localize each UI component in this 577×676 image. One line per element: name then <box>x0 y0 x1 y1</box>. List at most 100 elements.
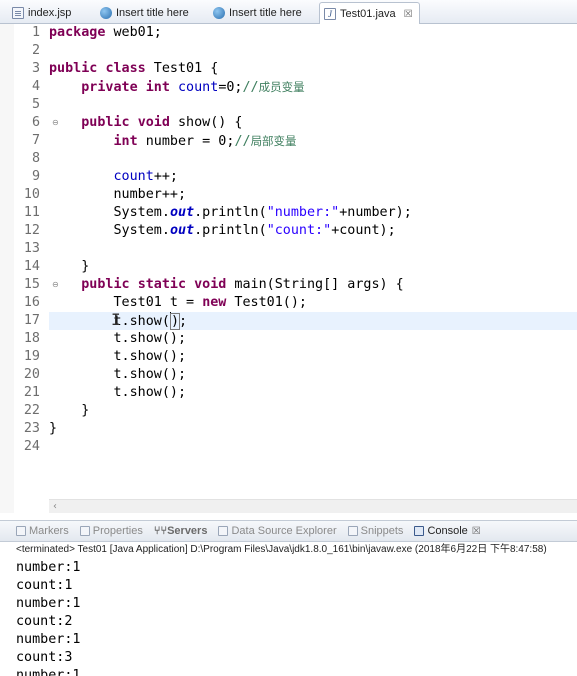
snippets-icon <box>347 526 358 536</box>
line-number: 21 <box>23 385 40 400</box>
tab-markers[interactable]: Markers <box>16 525 69 537</box>
comment: // <box>242 80 259 95</box>
keyword: void <box>137 115 170 130</box>
line-number: 14 <box>23 259 40 274</box>
line-number: 20 <box>23 367 40 382</box>
close-icon[interactable]: ☒ <box>472 526 481 537</box>
static-field: out <box>169 223 195 238</box>
comment-text: 局部变量 <box>250 134 297 148</box>
code-text: t.show(); <box>113 331 187 346</box>
code-line: public static void main(String[] args) { <box>49 276 404 294</box>
data-source-icon <box>218 526 229 536</box>
code-editor[interactable]: 1 2 3 4 5 6 7 8 9 10 11 12 13 14 15 16 1… <box>0 24 577 513</box>
servers-icon: ⑂⑂ <box>153 525 168 537</box>
line-number: 6 <box>31 115 40 130</box>
tab-properties[interactable]: Properties <box>79 525 143 537</box>
tab-label: Insert title here <box>229 7 302 19</box>
code-text: t.show(); <box>113 385 187 400</box>
line-number: 16 <box>23 295 40 310</box>
console-status: <terminated> Test01 [Java Application] D… <box>0 542 577 558</box>
code-text: Test01 t = <box>113 295 203 310</box>
tab-insert-title-2[interactable]: Insert title here <box>209 2 308 24</box>
code-line: Test01 t = new Test01(); <box>49 294 308 312</box>
line-number: 2 <box>31 43 40 58</box>
line-number: 12 <box>23 223 40 238</box>
field-name: count <box>113 169 154 184</box>
horizontal-scrollbar[interactable]: ‹ <box>49 499 577 513</box>
keyword: void <box>194 277 227 292</box>
code-line: System.out.println("count:"+count); <box>49 222 396 240</box>
code-line: } <box>49 420 57 438</box>
code-text: web01; <box>105 25 162 40</box>
string-literal: "number:" <box>266 205 340 220</box>
line-number: 3 <box>31 61 40 76</box>
tab-insert-title-1[interactable]: Insert title here <box>96 2 195 24</box>
line-number: 9 <box>31 169 40 184</box>
code-text: ; <box>179 314 188 329</box>
code-text: show() { <box>169 115 243 130</box>
code-line: number++; <box>49 186 187 204</box>
code-line: package web01; <box>49 24 162 42</box>
ibeam-cursor-icon: I <box>111 310 121 329</box>
tab-test01-java[interactable]: J Test01.java ☒ <box>319 2 420 25</box>
line-number: 4 <box>31 79 40 94</box>
comment: // <box>234 134 251 149</box>
keyword: int <box>145 80 170 95</box>
tab-label: index.jsp <box>28 7 72 19</box>
code-area[interactable]: package web01; public class Test01 { pri… <box>49 24 577 513</box>
code-text: main(String[] args) { <box>226 277 404 292</box>
console-output[interactable]: number:1 count:1 number:1 count:2 number… <box>0 559 577 676</box>
code-line: t.show(); <box>49 384 187 402</box>
keyword: class <box>105 61 146 76</box>
keyword: private <box>81 80 138 95</box>
string-literal: "count:" <box>266 223 332 238</box>
field-name: count <box>178 80 219 95</box>
code-text: System. <box>113 205 170 220</box>
code-line: t.show(); <box>49 366 187 384</box>
matching-bracket: ) <box>169 313 181 330</box>
code-text: +number); <box>339 205 412 220</box>
line-number: 15 <box>23 277 40 292</box>
line-number: 1 <box>31 25 40 40</box>
code-line: public class Test01 { <box>49 60 218 78</box>
tab-index-jsp[interactable]: index.jsp <box>8 2 77 24</box>
line-number: 7 <box>31 133 40 148</box>
scroll-left-icon[interactable]: ‹ <box>53 500 57 513</box>
tab-data-source-explorer[interactable]: Data Source Explorer <box>218 525 337 537</box>
properties-icon <box>79 526 90 536</box>
code-text: .println( <box>194 205 267 220</box>
keyword: int <box>113 134 138 149</box>
tab-label: Test01.java <box>340 8 396 20</box>
code-text: Test01(); <box>226 295 307 310</box>
line-number: 19 <box>23 349 40 364</box>
tab-label: Data Source Explorer <box>231 525 337 537</box>
console-icon <box>414 526 425 536</box>
tab-servers[interactable]: ⑂⑂ Servers <box>154 525 208 537</box>
line-number: 5 <box>31 97 40 112</box>
line-number: 13 <box>23 241 40 256</box>
code-line: int number = 0;//局部变量 <box>49 132 297 150</box>
tab-snippets[interactable]: Snippets <box>347 525 403 537</box>
code-line: } <box>49 402 89 420</box>
tab-label: Insert title here <box>116 7 189 19</box>
view-tab-bar: Markers Properties ⑂⑂ Servers Data Sourc… <box>0 520 577 542</box>
code-text: .println( <box>194 223 267 238</box>
close-icon[interactable]: ☒ <box>404 9 413 20</box>
console-line: number:1 <box>16 632 81 647</box>
java-file-icon: J <box>324 8 336 20</box>
code-text: } <box>81 259 90 274</box>
tab-label: Properties <box>92 525 143 537</box>
code-line: count++; <box>49 168 179 186</box>
code-text: System. <box>113 223 170 238</box>
code-text: number++; <box>113 187 187 202</box>
line-number-gutter: 1 2 3 4 5 6 7 8 9 10 11 12 13 14 15 16 1… <box>14 24 59 513</box>
tab-console[interactable]: Console ☒ <box>414 525 481 537</box>
console-line: number:1 <box>16 596 81 611</box>
keyword: static <box>137 277 187 292</box>
code-text: ++; <box>153 169 178 184</box>
tab-label: Console <box>427 525 468 537</box>
console-line: count:2 <box>16 614 73 629</box>
code-text: t.show(); <box>113 367 187 382</box>
globe-icon <box>100 7 112 19</box>
code-text: t.show( <box>113 314 170 329</box>
